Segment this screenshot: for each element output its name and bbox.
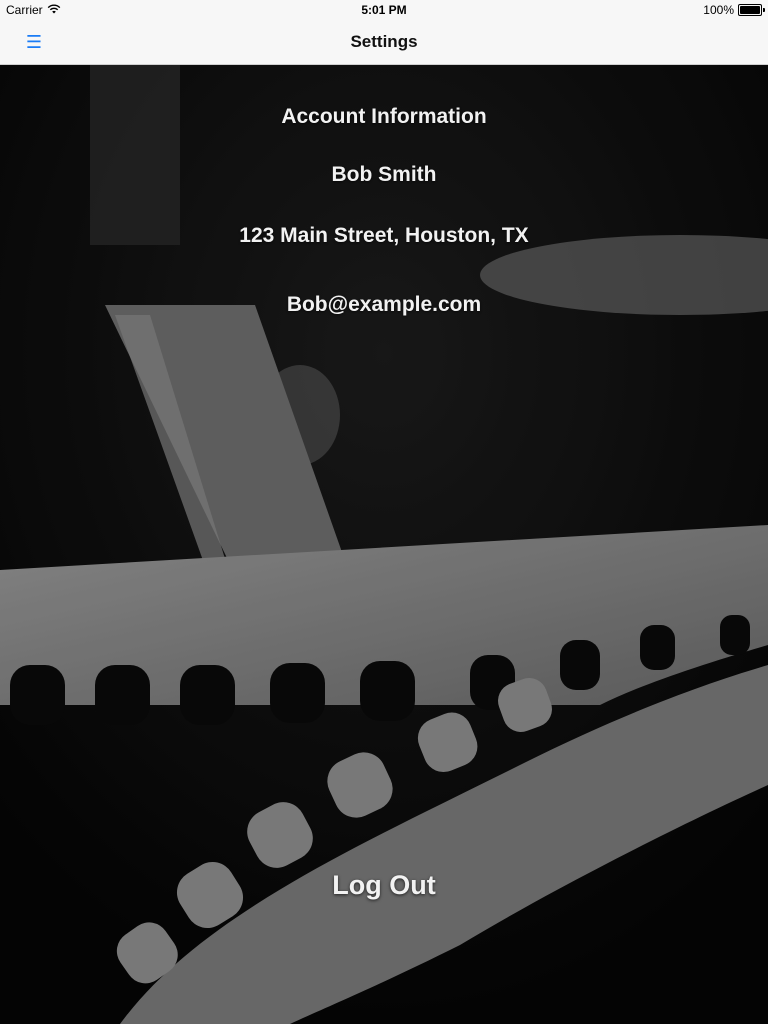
- status-bar: Carrier 5:01 PM 100%: [0, 0, 768, 20]
- battery-icon: [738, 4, 765, 16]
- settings-content: Account Information Bob Smith 123 Main S…: [0, 65, 768, 1024]
- status-right: 100%: [703, 3, 765, 17]
- battery-percent: 100%: [703, 3, 734, 17]
- account-name: Bob Smith: [331, 163, 437, 186]
- status-time: 5:01 PM: [361, 3, 407, 17]
- navigation-bar: ☰ Settings: [0, 20, 768, 65]
- page-title: Settings: [350, 32, 418, 51]
- account-email: Bob@example.com: [286, 293, 482, 316]
- account-information-heading: Account Information: [281, 105, 487, 128]
- account-address: 123 Main Street, Houston, TX: [239, 224, 529, 247]
- log-out-button[interactable]: Log Out: [284, 861, 484, 909]
